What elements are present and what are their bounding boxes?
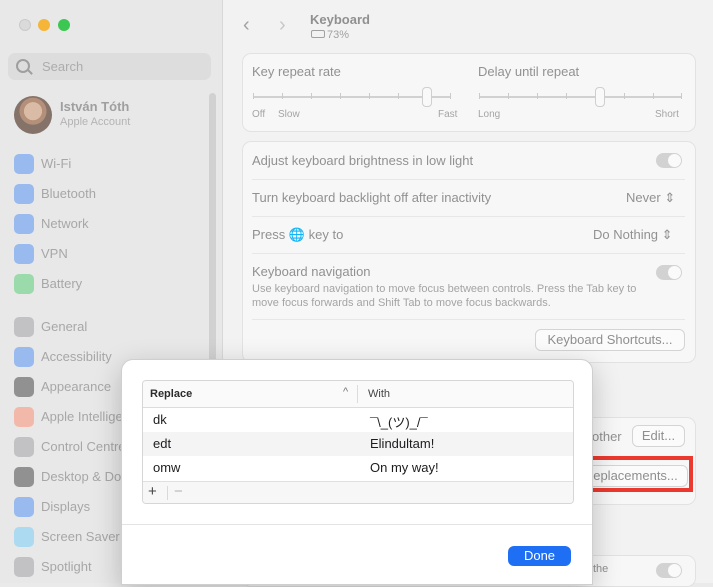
with-cell: On my way! bbox=[370, 460, 439, 475]
sort-ascending-icon: ^ bbox=[343, 386, 349, 398]
table-header: Replace ^ With bbox=[143, 381, 573, 408]
with-cell: Elindultam! bbox=[370, 436, 435, 451]
replace-cell: omw bbox=[153, 460, 181, 475]
with-cell: ¯\_(ツ)_/¯ bbox=[370, 415, 428, 430]
remove-replacement-button[interactable]: − bbox=[174, 483, 183, 500]
column-header-replace[interactable]: Replace bbox=[150, 388, 192, 400]
column-header-with[interactable]: With bbox=[368, 388, 390, 400]
replacements-table: Replace ^ With dk ¯\_(ツ)_/¯ edt Elindult… bbox=[142, 380, 574, 504]
replace-cell: edt bbox=[153, 436, 172, 451]
table-row[interactable]: omw On my way! bbox=[143, 456, 573, 480]
table-row[interactable]: dk ¯\_(ツ)_/¯ bbox=[143, 408, 573, 432]
system-settings-window: Search István Tóth Apple Account Wi-Fi B… bbox=[0, 0, 713, 587]
add-replacement-button[interactable]: + bbox=[148, 483, 157, 500]
done-button[interactable]: Done bbox=[508, 546, 571, 566]
table-row[interactable]: edt Elindultam! bbox=[143, 432, 573, 456]
table-footer: + − bbox=[143, 481, 573, 503]
replace-cell: dk bbox=[153, 412, 167, 427]
text-replacements-sheet: Replace ^ With dk ¯\_(ツ)_/¯ edt Elindult… bbox=[121, 359, 593, 585]
